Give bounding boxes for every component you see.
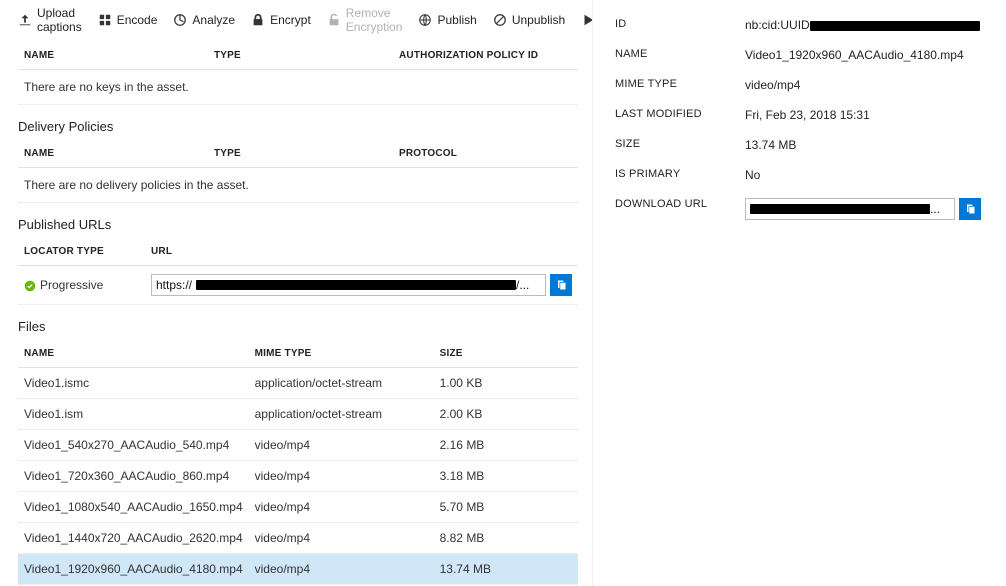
details-panel: ID nb:cid:UUID NAME Video1_1920x960_AACA… [592,0,1006,586]
file-row[interactable]: Video1_1080x540_AACAudio_1650.mp4video/m… [18,492,578,523]
lock-icon [251,13,265,27]
col-type[interactable]: TYPE [208,140,393,168]
file-name-cell: Video1_1920x960_AACAudio_4180.mp4 [18,554,249,585]
file-size-cell: 13.74 MB [434,554,578,585]
files-table: NAME MIME TYPE SIZE Video1.ismcapplicati… [18,340,578,586]
file-size-cell: 8.82 MB [434,523,578,554]
toolbar: Upload captions Encode Analyze Encrypt R… [18,0,584,42]
col-protocol[interactable]: PROTOCOL [393,140,578,168]
file-name-cell: Video1_1440x720_AACAudio_2620.mp4 [18,523,249,554]
file-size-cell: 2.00 KB [434,399,578,430]
file-name-cell: Video1.ismc [18,368,249,399]
file-mime-cell: application/octet-stream [249,368,434,399]
check-icon [24,280,36,292]
file-name-cell: Video1.ism [18,399,249,430]
detail-size-label: SIZE [615,138,745,150]
col-locator[interactable]: LOCATOR TYPE [18,238,145,266]
detail-name-value: Video1_1920x960_AACAudio_4180.mp4 [745,48,992,62]
files-title: Files [18,319,584,334]
file-mime-cell: video/mp4 [249,554,434,585]
published-table: LOCATOR TYPE URL Progressive https:///... [18,238,578,305]
detail-id-value: nb:cid:UUID [745,18,992,32]
file-name-cell: Video1_1080x540_AACAudio_1650.mp4 [18,492,249,523]
detail-mime-label: MIME TYPE [615,78,745,90]
encode-icon [98,13,112,27]
keys-empty: There are no keys in the asset. [18,70,578,105]
copy-download-url-button[interactable] [959,198,981,220]
file-mime-cell: video/mp4 [249,492,434,523]
file-size-cell: 3.18 MB [434,461,578,492]
detail-mime-value: video/mp4 [745,78,992,92]
file-mime-cell: video/mp4 [249,430,434,461]
play-button[interactable]: Play [581,13,592,27]
file-mime-cell: video/mp4 [249,461,434,492]
col-name[interactable]: NAME [18,42,208,70]
upload-icon [18,13,32,27]
delivery-title: Delivery Policies [18,119,584,134]
detail-download-label: DOWNLOAD URL [615,198,745,210]
detail-lastmod-label: LAST MODIFIED [615,108,745,120]
publish-button[interactable]: Publish [418,13,476,27]
detail-name-label: NAME [615,48,745,60]
file-row[interactable]: Video1_720x360_AACAudio_860.mp4video/mp4… [18,461,578,492]
detail-lastmod-value: Fri, Feb 23, 2018 15:31 [745,108,992,122]
file-row[interactable]: Video1.ismcapplication/octet-stream1.00 … [18,368,578,399]
play-icon [581,13,592,27]
col-name[interactable]: NAME [18,340,249,368]
file-name-cell: Video1_720x360_AACAudio_860.mp4 [18,461,249,492]
remove-encryption-button: Remove Encryption [327,6,403,34]
globe-icon [418,13,432,27]
copy-url-button[interactable] [550,274,572,296]
delivery-empty: There are no delivery policies in the as… [18,168,578,203]
download-url-field[interactable]: ... [745,198,955,220]
col-type[interactable]: TYPE [208,42,393,70]
file-mime-cell: video/mp4 [249,523,434,554]
col-auth[interactable]: AUTHORIZATION POLICY ID [393,42,578,70]
file-row[interactable]: Video1.ismapplication/octet-stream2.00 K… [18,399,578,430]
file-size-cell: 1.00 KB [434,368,578,399]
delivery-table: NAME TYPE PROTOCOL [18,140,578,168]
detail-primary-value: No [745,168,992,182]
detail-size-value: 13.74 MB [745,138,992,152]
col-url[interactable]: URL [145,238,578,266]
prohibit-icon [493,13,507,27]
published-url-field[interactable]: https:///... [151,274,546,296]
analyze-icon [173,13,187,27]
copy-icon [555,279,567,291]
file-row[interactable]: Video1_1440x720_AACAudio_2620.mp4video/m… [18,523,578,554]
file-row[interactable]: Video1_1920x960_AACAudio_4180.mp4video/m… [18,554,578,585]
detail-primary-label: IS PRIMARY [615,168,745,180]
file-size-cell: 5.70 MB [434,492,578,523]
published-title: Published URLs [18,217,584,232]
encrypt-button[interactable]: Encrypt [251,13,311,27]
file-mime-cell: application/octet-stream [249,399,434,430]
unlock-icon [327,13,341,27]
published-row[interactable]: Progressive https:///... [18,266,578,305]
encode-button[interactable]: Encode [98,13,158,27]
copy-icon [964,203,976,215]
analyze-button[interactable]: Analyze [173,13,235,27]
locator-cell: Progressive [18,266,145,305]
file-row[interactable]: Video1_540x270_AACAudio_540.mp4video/mp4… [18,430,578,461]
file-size-cell: 2.16 MB [434,430,578,461]
file-name-cell: Video1_540x270_AACAudio_540.mp4 [18,430,249,461]
detail-id-label: ID [615,18,745,30]
col-size[interactable]: SIZE [434,340,578,368]
upload-captions-button[interactable]: Upload captions [18,6,82,34]
col-mime[interactable]: MIME TYPE [249,340,434,368]
col-name[interactable]: NAME [18,140,208,168]
url-cell: https:///... [145,266,578,305]
keys-table: NAME TYPE AUTHORIZATION POLICY ID [18,42,578,70]
unpublish-button[interactable]: Unpublish [493,13,565,27]
